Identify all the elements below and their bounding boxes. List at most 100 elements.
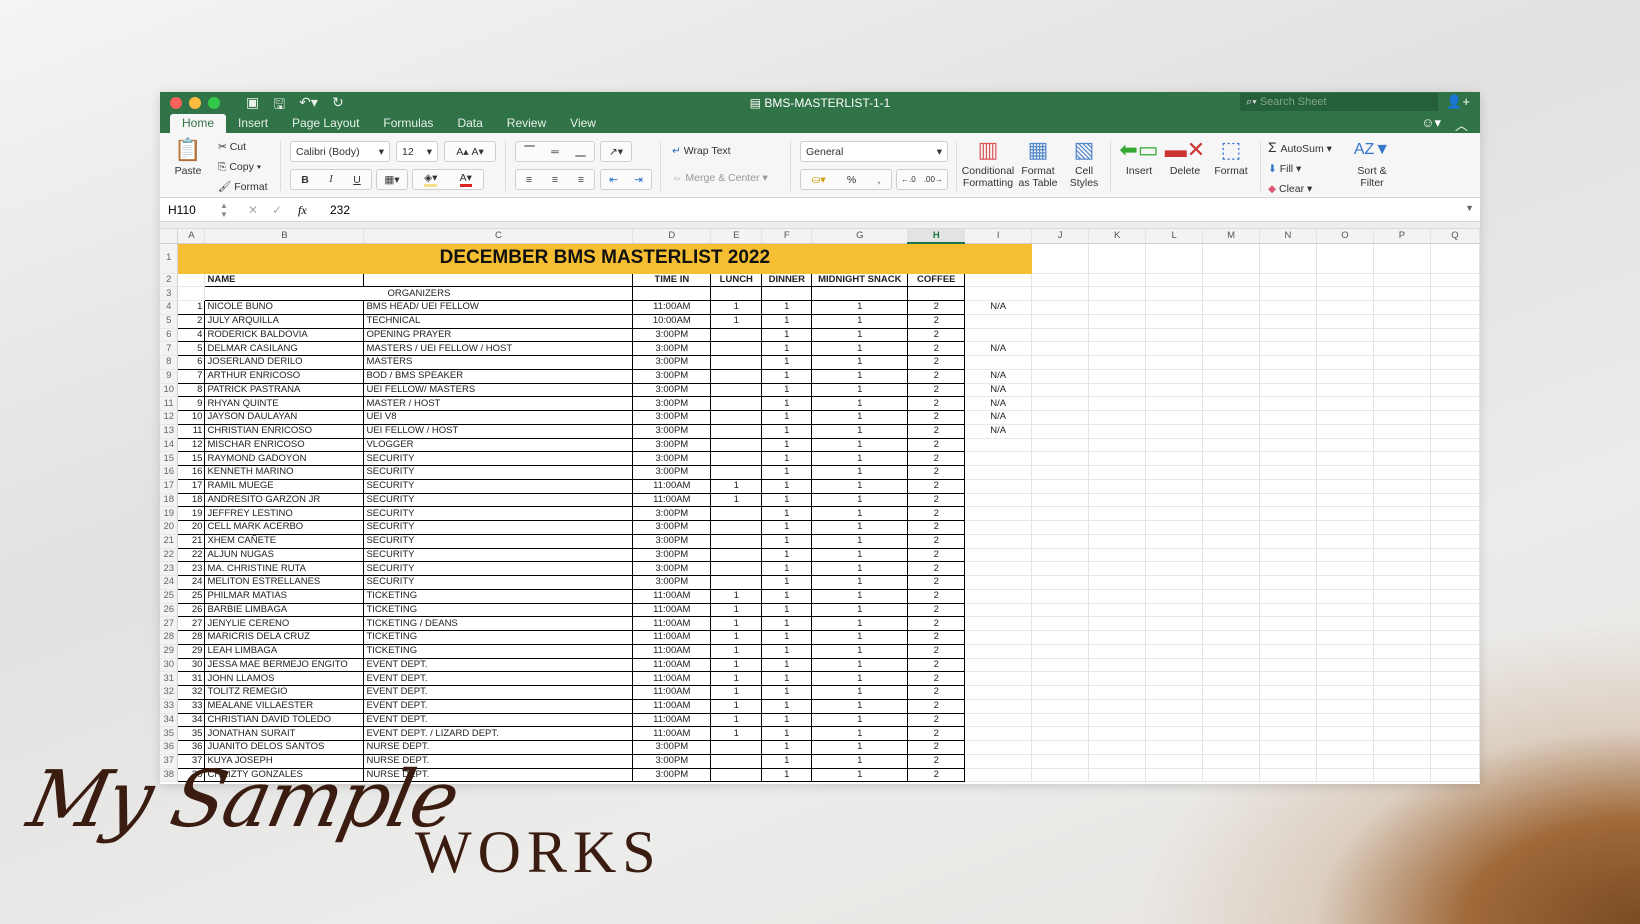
tab-insert[interactable]: Insert <box>226 114 280 133</box>
align-bottom-icon[interactable]: ⎽ <box>575 145 586 158</box>
empty-cell[interactable] <box>1430 286 1480 301</box>
cell-note[interactable] <box>964 685 1033 700</box>
empty-cell[interactable] <box>1202 506 1261 521</box>
empty-cell[interactable] <box>1202 685 1261 700</box>
empty-cell[interactable] <box>1088 243 1147 274</box>
cell-dinner[interactable]: 1 <box>761 767 813 783</box>
cell-name[interactable]: MA. CHRISTINE RUTA <box>204 561 365 576</box>
empty-cell[interactable] <box>1145 561 1204 576</box>
empty-cell[interactable] <box>1031 534 1090 549</box>
cell-lunch[interactable] <box>710 561 763 576</box>
cell-time-in[interactable]: 11:00AM <box>632 671 712 686</box>
cell-lunch[interactable] <box>710 767 763 783</box>
name-box-stepper[interactable]: ▲ ▼ <box>220 201 228 219</box>
column-header-m[interactable]: M <box>1202 229 1261 244</box>
empty-cell[interactable] <box>1145 616 1204 631</box>
add-person-icon[interactable]: 👤+ <box>1446 94 1470 110</box>
cell-lunch[interactable]: 1 <box>710 657 763 673</box>
empty-cell[interactable] <box>1316 506 1374 521</box>
cell-dinner[interactable]: 1 <box>761 575 813 590</box>
tab-home[interactable]: Home <box>170 114 227 133</box>
empty-cell[interactable] <box>1316 768 1374 783</box>
cell-role[interactable]: TICKETING <box>363 602 634 618</box>
cell-coffee[interactable]: 2 <box>907 355 966 370</box>
cell-role[interactable]: NURSE DEPT. <box>363 740 634 755</box>
cell-lunch[interactable]: 1 <box>710 698 763 714</box>
cell-coffee[interactable]: 2 <box>907 506 966 521</box>
font-size-buttons[interactable]: A▴ A▾ <box>444 141 496 162</box>
empty-cell[interactable] <box>1202 589 1261 604</box>
empty-cell[interactable] <box>1145 369 1204 384</box>
row-header[interactable]: 14 <box>160 438 179 453</box>
cell-number[interactable]: 7 <box>177 368 206 384</box>
cell-lunch[interactable] <box>710 547 763 563</box>
empty-cell[interactable] <box>1316 341 1374 356</box>
empty-cell[interactable] <box>1202 243 1261 274</box>
header-lunch[interactable]: LUNCH <box>710 272 763 288</box>
empty-cell[interactable] <box>1373 630 1431 645</box>
cell-midnight-snack[interactable]: 1 <box>811 588 909 604</box>
empty-cell[interactable] <box>1088 383 1147 398</box>
cell-styles-button[interactable]: ▧ Cell Styles <box>1064 137 1104 189</box>
empty-cell[interactable] <box>1259 396 1317 411</box>
empty-cell[interactable] <box>1088 286 1147 301</box>
empty-cell[interactable] <box>1430 561 1480 576</box>
column-header-l[interactable]: L <box>1145 229 1204 244</box>
cell-time-in[interactable]: 3:00PM <box>632 753 712 769</box>
cell-name[interactable]: ARTHUR ENRICOSO <box>204 368 365 384</box>
row-header[interactable]: 10 <box>160 383 179 398</box>
font-color-icon[interactable]: A▾ <box>459 172 472 187</box>
cell-dinner[interactable]: 1 <box>761 300 813 315</box>
cell-lunch[interactable]: 1 <box>710 300 763 315</box>
cell-role[interactable]: TICKETING <box>363 588 634 604</box>
cell-coffee[interactable]: 2 <box>907 753 966 769</box>
empty-cell[interactable] <box>1145 699 1204 714</box>
empty-cell[interactable] <box>1259 630 1317 645</box>
empty-cell[interactable] <box>1145 396 1204 411</box>
empty-cell[interactable] <box>1430 740 1480 755</box>
cell-dinner[interactable]: 1 <box>761 410 813 425</box>
cell-name[interactable]: JONATHAN SURAIT <box>204 726 365 741</box>
empty-cell[interactable] <box>1088 589 1147 604</box>
cell-dinner[interactable]: 1 <box>761 423 813 439</box>
empty-cell[interactable] <box>1145 273 1204 288</box>
cell-midnight-snack[interactable]: 1 <box>811 355 909 370</box>
empty-cell[interactable] <box>1202 451 1261 466</box>
empty-cell[interactable] <box>1031 699 1090 714</box>
empty-cell[interactable] <box>1430 534 1480 549</box>
cell-role[interactable]: EVENT DEPT. <box>363 657 634 673</box>
empty-cell[interactable] <box>1259 575 1317 590</box>
empty-cell[interactable] <box>1430 424 1480 439</box>
empty-cell[interactable] <box>1145 754 1204 769</box>
cell-time-in[interactable]: 11:00AM <box>632 300 712 315</box>
header-time-in[interactable]: TIME IN <box>632 272 712 288</box>
empty-cell[interactable] <box>1430 658 1480 673</box>
cell-note[interactable] <box>964 328 1033 343</box>
empty-cell[interactable] <box>1202 300 1261 315</box>
wrap-text-button[interactable]: ↵ Wrap Text <box>672 145 731 157</box>
empty-cell[interactable] <box>1373 355 1431 370</box>
header-coffee[interactable]: COFFEE <box>907 272 966 288</box>
column-header-f[interactable]: F <box>761 229 813 244</box>
cell-role[interactable]: SECURITY <box>363 575 634 590</box>
cell-midnight-snack[interactable]: 1 <box>811 740 909 755</box>
empty-cell[interactable] <box>177 286 206 301</box>
empty-cell[interactable] <box>1430 410 1480 425</box>
empty-cell[interactable] <box>1316 713 1374 728</box>
empty-cell[interactable] <box>964 273 1033 288</box>
empty-cell[interactable] <box>1373 671 1431 686</box>
decrease-font-icon[interactable]: A▾ <box>471 146 483 158</box>
empty-cell[interactable] <box>1202 479 1261 494</box>
tab-review[interactable]: Review <box>495 114 558 133</box>
empty-cell[interactable] <box>1316 534 1374 549</box>
cell-dinner[interactable]: 1 <box>761 451 813 466</box>
cell-name[interactable]: CHRISTIAN DAVID TOLEDO <box>204 712 365 728</box>
name-box[interactable]: H110 <box>168 203 196 217</box>
cell-dinner[interactable]: 1 <box>761 355 813 370</box>
cell-number[interactable]: 10 <box>177 410 206 425</box>
cell-name[interactable]: ALJUN NUGAS <box>204 547 365 563</box>
cell-lunch[interactable] <box>710 341 763 356</box>
column-header-o[interactable]: O <box>1316 229 1374 244</box>
empty-cell[interactable] <box>1145 300 1204 315</box>
column-header-g[interactable]: G <box>811 229 909 244</box>
